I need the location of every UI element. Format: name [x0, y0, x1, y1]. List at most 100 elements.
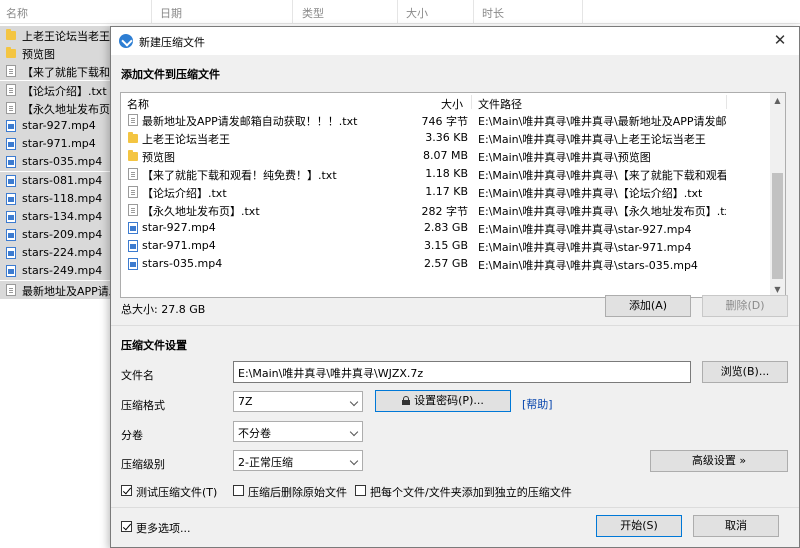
- explorer-list-item[interactable]: stars-118.mp4: [0, 189, 112, 208]
- checkbox-box[interactable]: [121, 485, 132, 496]
- split-select[interactable]: 不分卷: [233, 421, 363, 442]
- header-size[interactable]: 大小: [441, 96, 463, 112]
- column-date[interactable]: 日期: [160, 5, 182, 21]
- browse-button[interactable]: 浏览(B)...: [702, 361, 788, 383]
- cancel-button[interactable]: 取消: [693, 515, 779, 537]
- explorer-list-item[interactable]: stars-035.mp4: [0, 153, 112, 172]
- explorer-file-list: 上老王论坛当老王 预览图 【来了就能下载和观 【论坛介绍】.txt 【永久地址发布页】 s…: [0, 26, 112, 299]
- file-path: E:\Main\唯井真寻\唯井真寻\预览图: [478, 151, 651, 164]
- video-file-icon: [6, 265, 16, 278]
- level-label: 压缩级别: [121, 458, 165, 471]
- file-list-row[interactable]: 【来了就能下载和观看！纯免费！】.txt 1.18 KB E:\Main\唯井真寻\…: [121, 165, 771, 183]
- file-name: star-927.mp4: [142, 221, 216, 234]
- start-button[interactable]: 开始(S): [596, 515, 682, 537]
- settings-section-label: 压缩文件设置: [121, 339, 187, 352]
- explorer-item-name: 上老王论坛当老王: [22, 30, 110, 43]
- file-name: 预览图: [142, 151, 175, 164]
- explorer-item-name: stars-224.mp4: [22, 246, 103, 260]
- chevron-down-icon: [349, 397, 359, 407]
- column-type[interactable]: 类型: [302, 5, 324, 21]
- file-name: 最新地址及APP请发邮箱自动获取！！！.txt: [142, 115, 358, 128]
- file-list-row[interactable]: 预览图 8.07 MB E:\Main\唯井真寻\唯井真寻\预览图: [121, 147, 771, 165]
- add-button[interactable]: 添加(A): [605, 295, 691, 317]
- file-path: E:\Main\唯井真寻\唯井真寻\【永久地址发布页】.txt: [478, 205, 726, 218]
- video-file-icon: [6, 247, 16, 260]
- archive-file-list[interactable]: 名称 大小 文件路径 最新地址及APP请发邮箱自动获取！！！.txt 746 字节…: [120, 92, 786, 298]
- file-list-row[interactable]: star-927.mp4 2.83 GB E:\Main\唯井真寻\唯井真寻\sta…: [121, 219, 771, 237]
- video-file-icon: [128, 240, 138, 252]
- filename-input[interactable]: E:\Main\唯井真寻\唯井真寻\WJZX.7z: [233, 361, 691, 383]
- explorer-list-item[interactable]: stars-081.mp4: [0, 171, 112, 190]
- explorer-list-item[interactable]: 预览图: [0, 44, 112, 63]
- scroll-up-icon[interactable]: ▲: [770, 93, 785, 108]
- total-size: 总大小: 27.8 GB: [121, 303, 206, 316]
- file-path: E:\Main\唯井真寻\唯井真寻\【来了就能下载和观看...: [478, 169, 726, 182]
- file-path: E:\Main\唯井真寻\唯井真寻\最新地址及APP请发邮...: [478, 115, 726, 128]
- explorer-list-item[interactable]: stars-224.mp4: [0, 244, 112, 263]
- checkbox-box[interactable]: [121, 521, 132, 532]
- file-list-row[interactable]: 最新地址及APP请发邮箱自动获取！！！.txt 746 字节 E:\Main\唯井真…: [121, 111, 771, 129]
- checkbox-box[interactable]: [233, 485, 244, 496]
- help-link[interactable]: [帮助]: [522, 396, 553, 412]
- explorer-item-name: 预览图: [22, 48, 55, 62]
- explorer-list-item[interactable]: stars-134.mp4: [0, 207, 112, 226]
- dialog-titlebar[interactable]: 新建压缩文件 ✕: [111, 27, 799, 55]
- explorer-list-item[interactable]: star-927.mp4: [0, 116, 112, 135]
- file-list-row[interactable]: star-971.mp4 3.15 GB E:\Main\唯井真寻\唯井真寻\sta…: [121, 237, 771, 255]
- video-file-icon: [6, 138, 16, 151]
- split-label: 分卷: [121, 429, 143, 442]
- explorer-item-name: stars-209.mp4: [22, 228, 103, 242]
- explorer-item-name: stars-081.mp4: [22, 173, 103, 187]
- video-file-icon: [6, 174, 16, 187]
- video-file-icon: [6, 210, 16, 223]
- file-list-row[interactable]: 【永久地址发布页】.txt 282 字节 E:\Main\唯井真寻\唯井真寻\【永久…: [121, 201, 771, 219]
- advanced-settings-button[interactable]: 高级设置 »: [650, 450, 788, 472]
- file-name: 【来了就能下载和观看！纯免费！】.txt: [142, 169, 337, 182]
- file-list-scrollbar[interactable]: ▲ ▼: [770, 93, 785, 297]
- explorer-list-item[interactable]: 上老王论坛当老王: [0, 26, 112, 44]
- file-path: E:\Main\唯井真寻\唯井真寻\star-927.mp4: [478, 223, 692, 236]
- explorer-list-item[interactable]: 【永久地址发布页】: [0, 98, 112, 117]
- file-name: 【永久地址发布页】.txt: [142, 205, 260, 218]
- file-size: 746 字节: [421, 115, 469, 128]
- column-size[interactable]: 大小: [406, 5, 428, 21]
- explorer-list-item[interactable]: star-971.mp4: [0, 135, 112, 154]
- explorer-item-name: stars-249.mp4: [22, 264, 103, 278]
- video-file-icon: [6, 119, 16, 132]
- folder-icon: [128, 150, 138, 161]
- format-select[interactable]: 7Z: [233, 391, 363, 412]
- explorer-list-item[interactable]: 最新地址及APP请发: [0, 280, 112, 299]
- level-select[interactable]: 2-正常压缩: [233, 450, 363, 471]
- split-value: 不分卷: [238, 427, 271, 440]
- checkbox-label: 压缩后删除原始文件: [248, 486, 347, 499]
- explorer-column-header: 名称 日期 类型 大小 时长: [0, 0, 800, 24]
- video-file-icon: [6, 156, 16, 169]
- file-name: 【论坛介绍】.txt: [142, 187, 227, 200]
- video-file-icon: [6, 192, 16, 205]
- explorer-list-item[interactable]: 【来了就能下载和观: [0, 62, 112, 81]
- file-list-row[interactable]: 上老王论坛当老王 3.36 KB E:\Main\唯井真寻\唯井真寻\上老王论坛当老…: [121, 129, 771, 147]
- dialog-title: 新建压缩文件: [139, 36, 205, 49]
- checkbox-label: 测试压缩文件(T): [136, 486, 218, 499]
- explorer-list-item[interactable]: 【论坛介绍】.txt: [0, 80, 112, 99]
- explorer-list-item[interactable]: stars-249.mp4: [0, 262, 112, 281]
- set-password-button[interactable]: 设置密码(P)...: [375, 390, 511, 412]
- file-list-row[interactable]: 【论坛介绍】.txt 1.17 KB E:\Main\唯井真寻\唯井真寻\【论坛介绍…: [121, 183, 771, 201]
- close-button[interactable]: ✕: [771, 31, 789, 49]
- folder-icon: [6, 47, 16, 59]
- file-list-body: 最新地址及APP请发邮箱自动获取！！！.txt 746 字节 E:\Main\唯井真…: [121, 111, 771, 273]
- header-path[interactable]: 文件路径: [478, 96, 522, 112]
- delete-button[interactable]: 删除(D): [702, 295, 788, 317]
- explorer-list-item[interactable]: stars-209.mp4: [0, 226, 112, 245]
- header-name[interactable]: 名称: [127, 96, 149, 112]
- column-duration[interactable]: 时长: [482, 5, 504, 21]
- scrollbar-thumb[interactable]: [772, 173, 783, 279]
- file-list-header: 名称 大小 文件路径: [121, 93, 771, 111]
- file-list-row[interactable]: stars-035.mp4 2.57 GB E:\Main\唯井真寻\唯井真寻\st…: [121, 255, 771, 273]
- file-size: 1.17 KB: [425, 185, 468, 198]
- checkbox-box[interactable]: [355, 485, 366, 496]
- filename-label: 文件名: [121, 369, 154, 382]
- column-name[interactable]: 名称: [6, 5, 28, 21]
- file-path: E:\Main\唯井真寻\唯井真寻\【论坛介绍】.txt: [478, 187, 703, 200]
- level-value: 2-正常压缩: [238, 456, 293, 469]
